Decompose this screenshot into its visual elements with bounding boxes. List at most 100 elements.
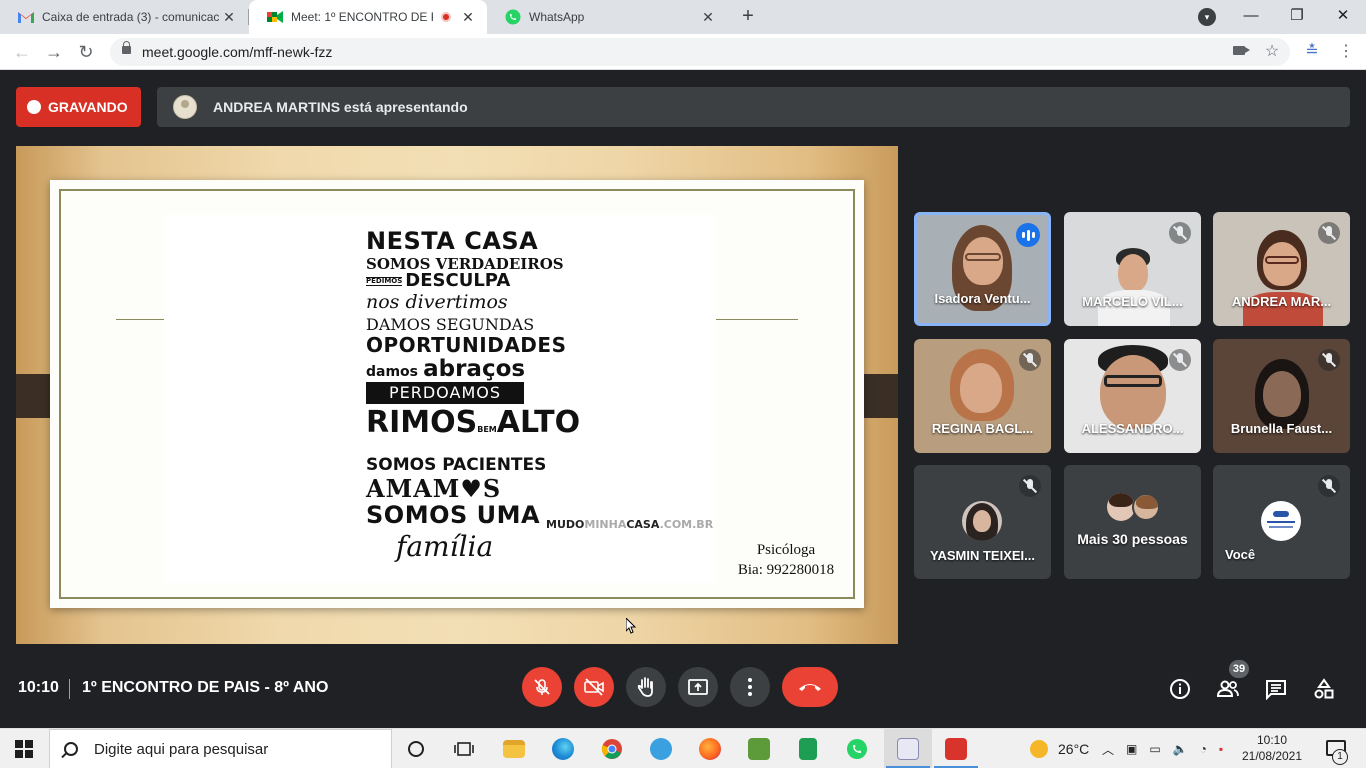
- recording-dot-icon: [27, 100, 41, 114]
- leave-call-button[interactable]: [782, 667, 838, 707]
- mic-off-icon: [1169, 349, 1191, 371]
- participant-tile[interactable]: Brunella Faust...: [1213, 339, 1350, 453]
- file-explorer-icon[interactable]: [490, 729, 538, 768]
- cortana-icon[interactable]: [392, 729, 440, 768]
- participant-count-badge: 39: [1229, 660, 1249, 678]
- people-icon: [1216, 680, 1239, 697]
- browser-toolbar: ← → ↻ meet.google.com/mff-newk-fzz: [0, 34, 1366, 70]
- search-icon: [64, 742, 78, 756]
- divider-line: [116, 319, 164, 320]
- raise-hand-button[interactable]: [626, 667, 666, 707]
- more-participants-tile[interactable]: Mais 30 pessoas: [1064, 465, 1201, 579]
- tab-title: Meet: 1º ENCONTRO DE PAIS: [291, 10, 433, 24]
- app-icon[interactable]: [637, 729, 685, 768]
- participant-tile-self[interactable]: Você: [1213, 465, 1350, 579]
- tab-search-icon[interactable]: ▾: [1198, 8, 1216, 26]
- restore-button[interactable]: ❐: [1274, 0, 1320, 34]
- participant-tile[interactable]: ANDREA MAR...: [1213, 212, 1350, 326]
- meeting-clock: 10:10: [18, 679, 59, 696]
- present-icon: [688, 679, 708, 695]
- app-icon[interactable]: [735, 729, 783, 768]
- clock-time: 10:10: [1256, 733, 1288, 747]
- recording-label: GRAVANDO: [48, 99, 128, 115]
- taskbar-search[interactable]: Digite aqui para pesquisar: [49, 729, 392, 768]
- back-button[interactable]: ←: [10, 40, 34, 64]
- poster-line: nos divertimos: [366, 291, 508, 313]
- camera-toggle-button[interactable]: [574, 667, 614, 707]
- avatar: [1132, 493, 1160, 521]
- close-icon[interactable]: ✕: [699, 9, 717, 26]
- app-tray-icon[interactable]: ▪: [1219, 742, 1223, 756]
- poster-line: ALTO: [496, 405, 581, 440]
- close-icon[interactable]: ✕: [220, 9, 238, 26]
- people-button[interactable]: [1216, 677, 1240, 701]
- participant-name: REGINA BAGL...: [931, 421, 1034, 436]
- present-screen-button[interactable]: [678, 667, 718, 707]
- wifi-icon[interactable]: ◔: [1200, 742, 1207, 756]
- caption-title: Psicóloga: [756, 542, 816, 558]
- close-icon[interactable]: ✕: [459, 9, 477, 26]
- participant-video: [963, 237, 1003, 285]
- chrome-icon[interactable]: [588, 729, 636, 768]
- app-icon[interactable]: [932, 729, 980, 768]
- participant-name: ALESSANDRO...: [1081, 421, 1184, 436]
- minimize-button[interactable]: —: [1228, 0, 1274, 34]
- participant-video: [1100, 355, 1166, 429]
- meeting-details-button[interactable]: [1168, 677, 1192, 701]
- app-icon[interactable]: [884, 729, 932, 768]
- reload-button[interactable]: ↻: [74, 40, 98, 64]
- caption-phone: Bia: 992280018: [737, 562, 835, 578]
- whatsapp-icon[interactable]: [833, 729, 881, 768]
- close-window-button[interactable]: ✕: [1320, 0, 1366, 34]
- mic-off-icon: [1318, 349, 1340, 371]
- battery-icon[interactable]: ▭: [1149, 742, 1160, 756]
- meet-icon: [267, 9, 283, 25]
- activities-icon: [1314, 678, 1334, 699]
- participant-tile[interactable]: MARCELO VIL...: [1064, 212, 1201, 326]
- recording-indicator-icon: [441, 12, 451, 22]
- windows-taskbar: Digite aqui para pesquisar 26°C ︿ ▣ ▭ 🔈 …: [0, 728, 1366, 768]
- chat-button[interactable]: [1264, 677, 1288, 701]
- participant-name: YASMIN TEIXEI...: [930, 548, 1035, 563]
- participant-tile[interactable]: ALESSANDRO...: [1064, 339, 1201, 453]
- activities-button[interactable]: [1312, 677, 1336, 701]
- forward-button[interactable]: →: [42, 40, 66, 64]
- recording-badge[interactable]: GRAVANDO: [16, 87, 141, 127]
- address-bar[interactable]: meet.google.com/mff-newk-fzz: [110, 38, 1290, 66]
- tab-whatsapp[interactable]: WhatsApp ✕: [487, 0, 727, 34]
- poster-line: OPORTUNIDADES: [366, 333, 567, 357]
- clock-date: 21/08/2021: [1241, 749, 1303, 763]
- taskbar-clock[interactable]: 10:10 21/08/2021: [1238, 732, 1306, 764]
- info-icon: [1170, 679, 1190, 699]
- new-tab-button[interactable]: +: [736, 4, 760, 28]
- task-view-icon[interactable]: [440, 729, 488, 768]
- firefox-icon[interactable]: [686, 729, 734, 768]
- menu-kebab-icon[interactable]: ⋮: [1334, 40, 1358, 64]
- chevron-up-icon[interactable]: ︿: [1102, 741, 1114, 758]
- participant-video: [1263, 371, 1301, 417]
- poster-line: DESCULPA: [405, 270, 511, 291]
- system-tray: ︿ ▣ ▭ 🔈 ◔ ▪: [1102, 729, 1223, 768]
- tab-meet[interactable]: Meet: 1º ENCONTRO DE PAIS ✕: [249, 0, 487, 34]
- participant-tile[interactable]: Isadora Ventu...: [914, 212, 1051, 326]
- poster-line: DAMOS SEGUNDAS: [366, 315, 535, 334]
- more-options-button[interactable]: [730, 667, 770, 707]
- network-adapter-icon[interactable]: ▣: [1126, 742, 1137, 756]
- participant-tile[interactable]: REGINA BAGL...: [914, 339, 1051, 453]
- mic-off-icon: [1019, 349, 1041, 371]
- sheets-icon[interactable]: [784, 729, 832, 768]
- participant-name: ANDREA MAR...: [1231, 294, 1332, 309]
- windows-start-icon[interactable]: [15, 740, 33, 758]
- bookmark-star-icon[interactable]: ☆: [1260, 40, 1284, 64]
- participant-tile[interactable]: YASMIN TEIXEI...: [914, 465, 1051, 579]
- extension-icon[interactable]: ≛: [1300, 40, 1324, 64]
- lock-icon: [122, 41, 131, 54]
- poster-website: MUDOMINHACASA.COM.BR: [546, 518, 714, 531]
- mic-toggle-button[interactable]: [522, 667, 562, 707]
- weather-widget[interactable]: 26°C: [1030, 729, 1089, 768]
- edge-icon[interactable]: [539, 729, 587, 768]
- volume-icon[interactable]: 🔈: [1173, 742, 1188, 756]
- camera-in-use-icon[interactable]: [1233, 46, 1250, 55]
- tab-gmail[interactable]: Caixa de entrada (3) - comunicac ✕: [0, 0, 248, 34]
- participant-name: Brunella Faust...: [1230, 421, 1333, 436]
